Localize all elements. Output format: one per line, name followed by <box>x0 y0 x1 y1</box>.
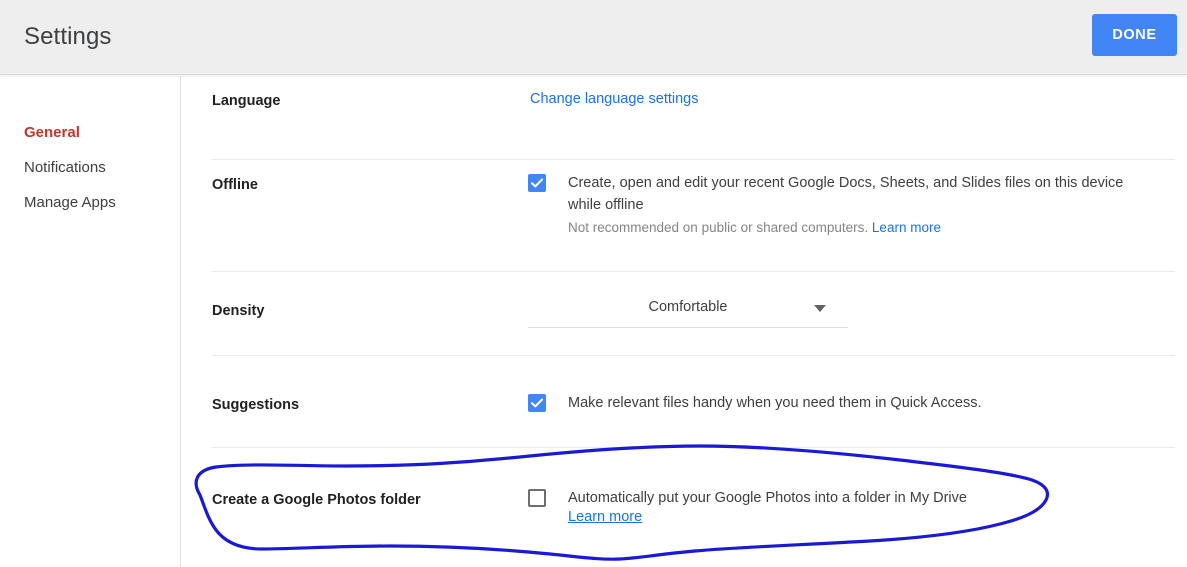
offline-checkbox[interactable] <box>528 174 546 192</box>
settings-row-language: Language Change language settings <box>182 76 1187 160</box>
offline-learn-more-link[interactable]: Learn more <box>872 220 941 235</box>
suggestions-description: Make relevant files handy when you need … <box>568 395 982 411</box>
sidebar-item-general[interactable]: General <box>24 123 80 143</box>
done-button[interactable]: DONE <box>1092 14 1177 56</box>
page-title: Settings <box>24 23 112 50</box>
settings-row-suggestions: Suggestions Make relevant files handy wh… <box>182 356 1187 448</box>
chevron-down-icon <box>814 305 826 312</box>
settings-dialog: Settings DONE General Notifications Mana… <box>0 0 1187 567</box>
google-photos-learn-more-link[interactable]: Learn more <box>568 509 642 525</box>
sidebar-item-manage-apps[interactable]: Manage Apps <box>24 193 116 213</box>
offline-sub-text: Not recommended on public or shared comp… <box>568 218 941 238</box>
change-language-settings-link[interactable]: Change language settings <box>530 91 699 107</box>
settings-row-density: Density Comfortable <box>182 272 1187 356</box>
density-dropdown[interactable]: Comfortable <box>528 296 848 328</box>
density-dropdown-value: Comfortable <box>648 299 728 315</box>
settings-content: Language Change language settings Offlin… <box>182 76 1187 567</box>
settings-sidebar: General Notifications Manage Apps <box>0 76 181 567</box>
row-label-density: Density <box>212 303 265 319</box>
checkmark-icon <box>530 398 544 408</box>
offline-description: Create, open and edit your recent Google… <box>568 175 1124 213</box>
google-photos-folder-description: Automatically put your Google Photos int… <box>568 490 967 506</box>
row-label-google-photos-folder: Create a Google Photos folder <box>212 492 421 508</box>
settings-row-google-photos-folder: Create a Google Photos folder Automatica… <box>182 448 1187 567</box>
checkmark-icon <box>530 178 544 188</box>
row-label-language: Language <box>212 93 281 109</box>
settings-row-offline: Offline Create, open and edit your recen… <box>182 160 1187 272</box>
row-label-offline: Offline <box>212 177 258 193</box>
sidebar-item-notifications[interactable]: Notifications <box>24 158 106 178</box>
dialog-header: Settings DONE <box>0 0 1187 75</box>
google-photos-folder-checkbox[interactable] <box>528 489 546 507</box>
suggestions-checkbox[interactable] <box>528 394 546 412</box>
row-label-suggestions: Suggestions <box>212 397 300 413</box>
offline-sub-label: Not recommended on public or shared comp… <box>568 220 869 235</box>
